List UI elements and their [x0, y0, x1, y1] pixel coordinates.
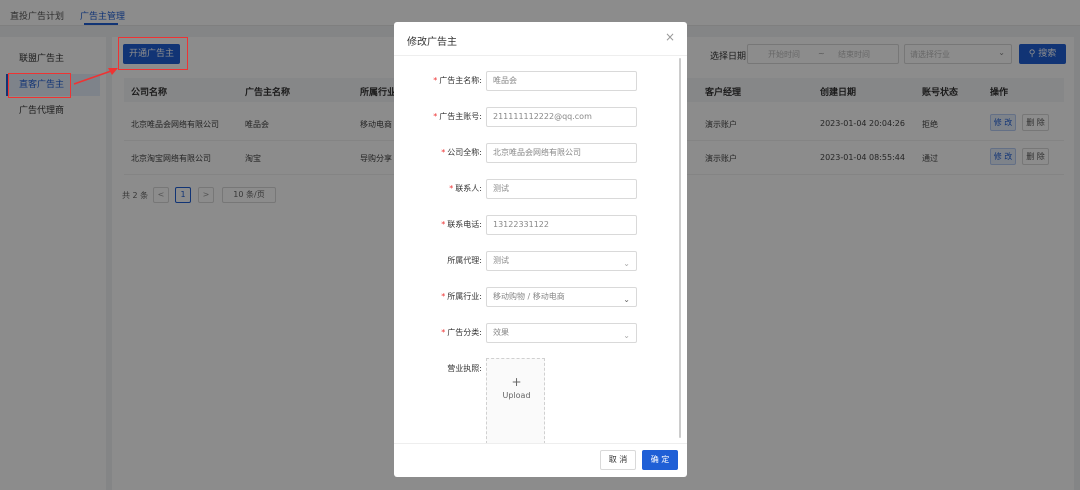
- license-upload[interactable]: + Upload: [486, 358, 545, 444]
- chevron-down-icon: ⌄: [623, 259, 630, 268]
- chevron-down-icon: ⌄: [623, 331, 630, 340]
- cancel-button[interactable]: 取 消: [600, 450, 636, 470]
- agent-value: 测试: [493, 256, 509, 265]
- divider: [394, 55, 687, 56]
- label-industry: * 所属行业:: [441, 292, 482, 301]
- label-phone: * 联系电话:: [441, 220, 482, 229]
- upload-label: Upload: [502, 391, 531, 400]
- label-ad-category: * 广告分类:: [441, 328, 482, 337]
- annotation-box-direct-advertiser: [8, 73, 71, 98]
- advertiser-account-input[interactable]: 211111112222@qq.com: [486, 107, 637, 127]
- industry-cascader[interactable]: 移动购物 / 移动电商 ⌄: [486, 287, 637, 307]
- modal-scrollbar[interactable]: [679, 58, 681, 438]
- modal-title: 修改广告主: [407, 37, 457, 48]
- label-business-license: 营业执照:: [447, 364, 482, 373]
- close-icon[interactable]: ×: [665, 30, 675, 44]
- plus-icon: +: [511, 375, 522, 389]
- advertiser-name-input[interactable]: 唯品会: [486, 71, 637, 91]
- label-contact: * 联系人:: [449, 184, 482, 193]
- company-fullname-input[interactable]: 北京唯品会网络有限公司: [486, 143, 637, 163]
- annotation-box-open-advertiser: [118, 37, 188, 70]
- phone-input[interactable]: 13122331122: [486, 215, 637, 235]
- confirm-button[interactable]: 确 定: [642, 450, 678, 470]
- arrow-annotation-icon: [73, 68, 118, 85]
- ad-category-value: 效果: [493, 328, 509, 337]
- label-company-fullname: * 公司全称:: [441, 148, 482, 157]
- agent-select[interactable]: 测试 ⌄: [486, 251, 637, 271]
- edit-advertiser-modal: 修改广告主 × * 广告主名称: 唯品会 * 广告主账号: 211111112222…: [394, 22, 687, 477]
- label-advertiser-account: * 广告主账号:: [433, 112, 482, 121]
- label-agent: 所属代理:: [447, 256, 482, 265]
- label-advertiser-name: * 广告主名称:: [433, 76, 482, 85]
- ad-category-select[interactable]: 效果 ⌄: [486, 323, 637, 343]
- contact-input[interactable]: 测试: [486, 179, 637, 199]
- divider: [394, 443, 687, 444]
- industry-value: 移动购物 / 移动电商: [493, 292, 565, 301]
- chevron-down-icon: ⌄: [623, 295, 630, 304]
